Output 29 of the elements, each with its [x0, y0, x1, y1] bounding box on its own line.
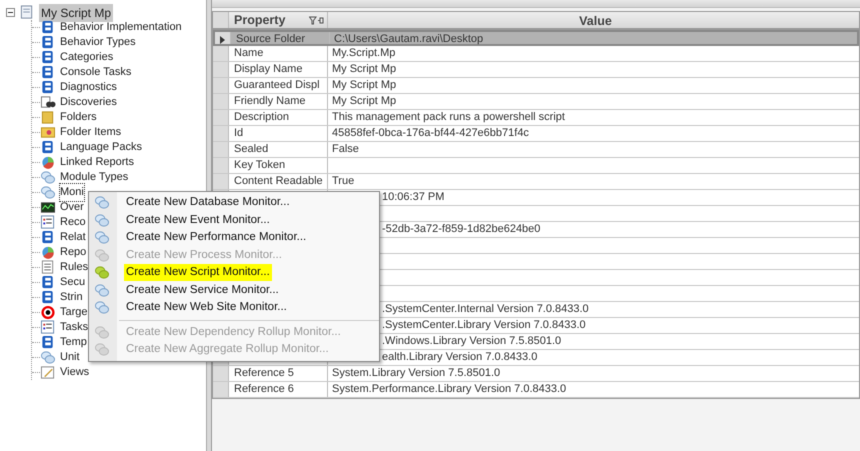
- property-value: My Script Mp: [332, 79, 396, 91]
- property-name: Key Token: [234, 159, 286, 171]
- property-value: .SystemCenter.Library Version 7.0.8433.0: [382, 319, 586, 331]
- property-value: .SystemCenter.Internal Version 7.0.8433.0: [382, 303, 589, 315]
- property-value: 10:06:37 PM: [382, 191, 444, 203]
- property-value: .Windows.Library Version 7.5.8501.0: [382, 335, 562, 347]
- property-value: C:\Users\Gautam.ravi\Desktop: [334, 33, 484, 45]
- property-value: True: [332, 175, 354, 187]
- property-value: My Script Mp: [332, 95, 396, 107]
- property-name: Content Readable: [234, 175, 323, 187]
- property-value: System.Library Version 7.5.8501.0: [332, 367, 500, 379]
- property-value: This management pack runs a powershell script: [332, 111, 565, 123]
- property-value: 45858fef-0bca-176a-bf44-427e6bb71f4c: [332, 127, 529, 139]
- property-name: Sealed: [234, 143, 268, 155]
- property-name: Source Folder: [236, 33, 306, 45]
- property-name: Description: [234, 111, 290, 123]
- property-value: My.Script.Mp: [332, 47, 396, 59]
- property-name: Friendly Name: [234, 95, 306, 107]
- property-name: Display Name: [234, 63, 302, 75]
- property-value: False: [332, 143, 359, 155]
- property-name: Reference 6: [234, 383, 294, 395]
- property-name: Reference 5: [234, 367, 294, 379]
- property-name: Name: [234, 47, 264, 59]
- property-value: System.Performance.Library Version 7.0.8433.0: [332, 383, 566, 395]
- property-value: ealth.Library Version 7.0.8433.0: [382, 351, 538, 363]
- property-value: -52db-3a72-f859-1d82be624be0: [382, 223, 540, 235]
- property-name: Guaranteed Displ: [234, 79, 320, 91]
- property-value: My Script Mp: [332, 63, 396, 75]
- property-name: Id: [234, 127, 244, 139]
